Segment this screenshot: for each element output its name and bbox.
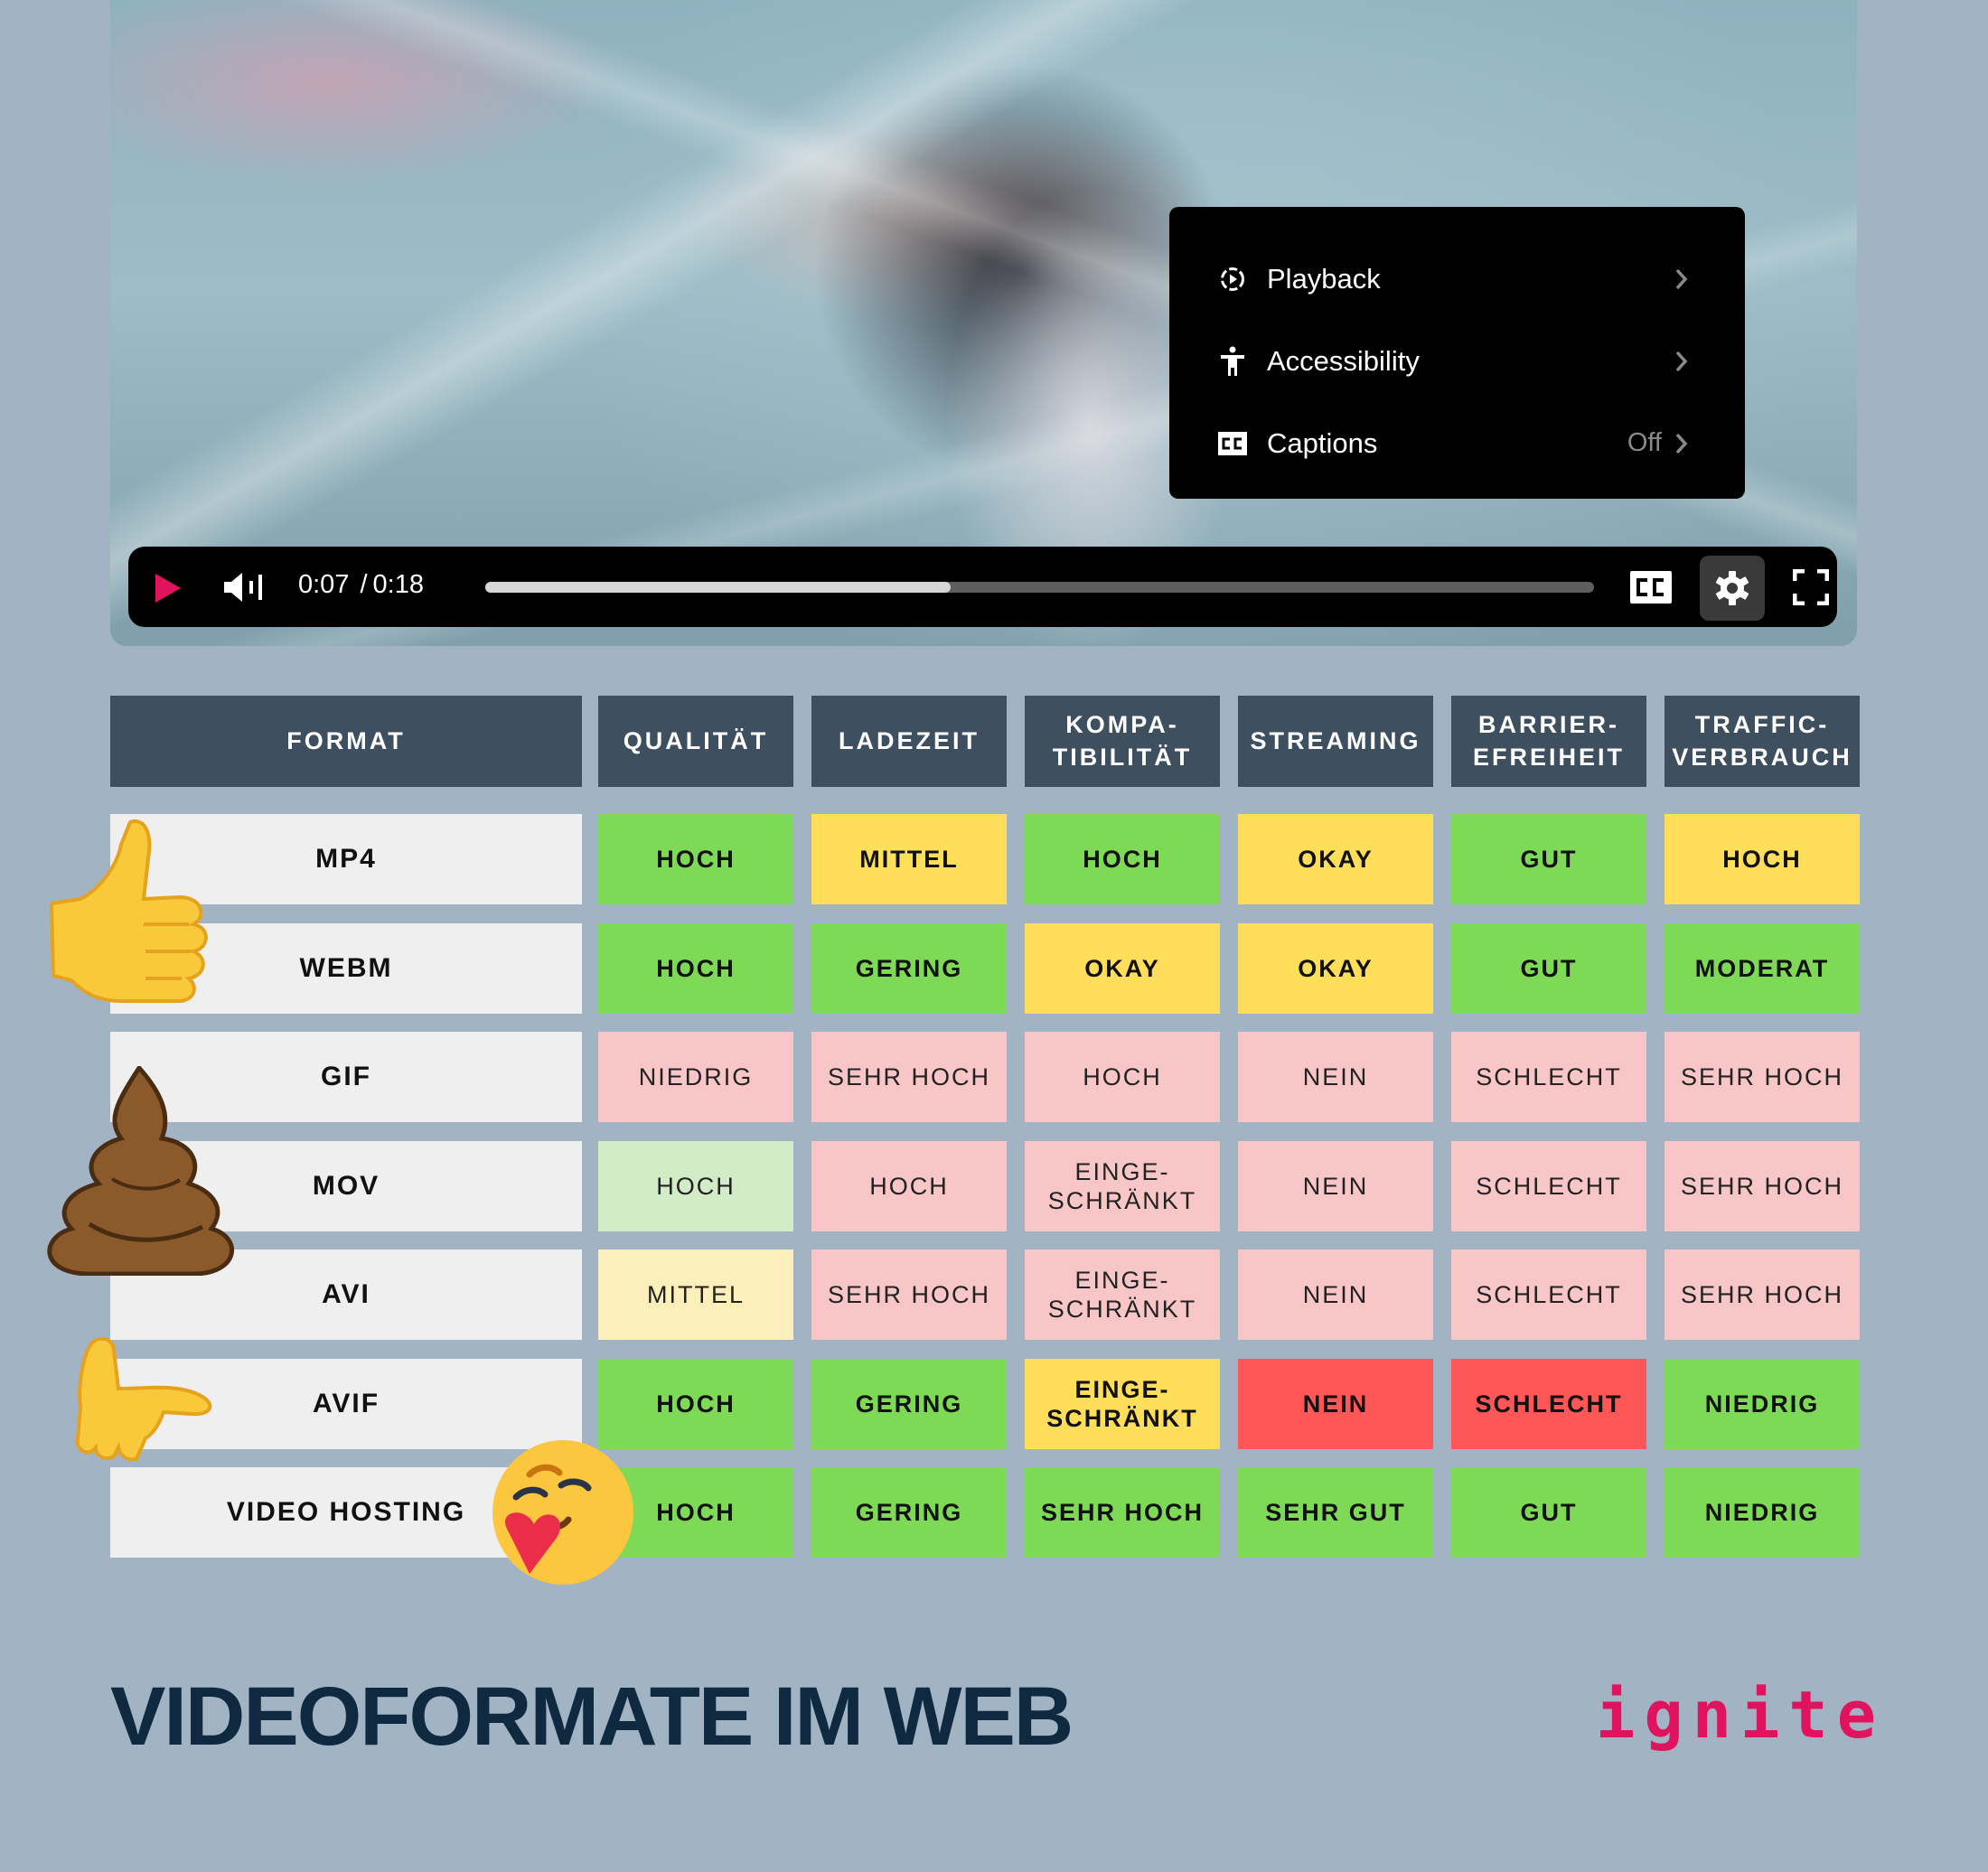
accessibility-icon	[1218, 346, 1247, 376]
rating-cell: GUT	[1451, 814, 1646, 904]
rating-cell: HOCH	[598, 1141, 793, 1231]
rating-cell: EINGE- SCHRÄNKT	[1025, 1141, 1220, 1231]
poop-emoji	[47, 1066, 235, 1276]
settings-menu: Playback Accessibility Captions Off	[1169, 207, 1745, 499]
volume-icon[interactable]	[222, 572, 266, 603]
chevron-right-icon	[1675, 351, 1688, 371]
column-header: LADEZEIT	[811, 696, 1007, 787]
menu-item-value: Off	[1627, 428, 1662, 457]
column-header: TRAFFIC- VERBRAUCH	[1664, 696, 1860, 787]
captions-icon[interactable]	[1630, 571, 1672, 604]
hugging-heart-emoji	[492, 1440, 633, 1585]
rating-cell: SCHLECHT	[1451, 1141, 1646, 1231]
rating-cell: NEIN	[1238, 1359, 1433, 1449]
rating-cell: GUT	[1451, 1467, 1646, 1558]
menu-item-label: Captions	[1267, 426, 1378, 459]
progress-bar[interactable]	[485, 582, 1594, 593]
time-separator: /	[360, 570, 368, 599]
column-header: BARRIER- EFREIHEIT	[1451, 696, 1646, 787]
rating-cell: HOCH	[1025, 814, 1220, 904]
rating-cell: MITTEL	[811, 814, 1007, 904]
duration: 0:18	[372, 570, 424, 599]
rating-cell: HOCH	[1664, 814, 1860, 904]
video-player[interactable]: Playback Accessibility Captions Off 0:07…	[110, 0, 1857, 646]
rating-cell: OKAY	[1238, 814, 1433, 904]
rating-cell: SEHR HOCH	[811, 1250, 1007, 1340]
progress-fill	[485, 582, 952, 593]
rating-cell: SEHR HOCH	[811, 1032, 1007, 1122]
ignite-logo: ignite	[1596, 1677, 1886, 1753]
fullscreen-icon[interactable]	[1793, 569, 1829, 605]
palm-up-hand-emoji	[75, 1336, 212, 1461]
captions-icon	[1218, 429, 1247, 458]
rating-cell: SEHR HOCH	[1664, 1250, 1860, 1340]
menu-item-accessibility[interactable]: Accessibility	[1169, 320, 1745, 402]
column-header: FORMAT	[110, 696, 582, 787]
rating-cell: SCHLECHT	[1451, 1359, 1646, 1449]
rating-cell: GERING	[811, 1359, 1007, 1449]
rating-cell: MODERAT	[1664, 923, 1860, 1014]
thumbs-up-emoji	[49, 819, 208, 1004]
column-header: QUALITÄT	[598, 696, 793, 787]
settings-button[interactable]	[1700, 556, 1765, 621]
rating-cell: GUT	[1451, 923, 1646, 1014]
column-header: KOMPA- TIBILITÄT	[1025, 696, 1220, 787]
rating-cell: SEHR GUT	[1238, 1467, 1433, 1558]
rating-cell: NIEDRIG	[1664, 1359, 1860, 1449]
chevron-right-icon	[1675, 268, 1688, 289]
rating-cell: HOCH	[1025, 1032, 1220, 1122]
rating-cell: NEIN	[1238, 1250, 1433, 1340]
rating-cell: SEHR HOCH	[1025, 1467, 1220, 1558]
rating-cell: OKAY	[1238, 923, 1433, 1014]
rating-cell: NEIN	[1238, 1141, 1433, 1231]
rating-cell: SEHR HOCH	[1664, 1141, 1860, 1231]
menu-item-playback[interactable]: Playback	[1169, 238, 1745, 320]
rating-cell: HOCH	[598, 1359, 793, 1449]
rating-cell: NEIN	[1238, 1032, 1433, 1122]
column-header: STREAMING	[1238, 696, 1433, 787]
rating-cell: HOCH	[598, 923, 793, 1014]
page-title: VIDEOFORMATE IM WEB	[110, 1671, 1074, 1763]
rating-cell: MITTEL	[598, 1250, 793, 1340]
playback-icon	[1218, 265, 1247, 294]
rating-cell: GERING	[811, 923, 1007, 1014]
rating-cell: OKAY	[1025, 923, 1220, 1014]
rating-cell: SEHR HOCH	[1664, 1032, 1860, 1122]
time-display: 0:07 /0:18	[298, 570, 424, 600]
rating-cell: NIEDRIG	[1664, 1467, 1860, 1558]
menu-item-captions[interactable]: Captions Off	[1169, 402, 1745, 484]
rating-cell: HOCH	[598, 814, 793, 904]
current-time: 0:07	[298, 570, 350, 599]
chevron-right-icon	[1675, 433, 1688, 454]
rating-cell: SCHLECHT	[1451, 1250, 1646, 1340]
rating-cell: GERING	[811, 1467, 1007, 1558]
rating-cell: HOCH	[811, 1141, 1007, 1231]
video-controls-bar: 0:07 /0:18	[128, 547, 1837, 627]
rating-cell: EINGE- SCHRÄNKT	[1025, 1250, 1220, 1340]
rating-cell: NIEDRIG	[598, 1032, 793, 1122]
menu-item-label: Accessibility	[1267, 344, 1420, 377]
gear-icon	[1715, 571, 1749, 605]
play-icon[interactable]	[155, 574, 181, 603]
rating-cell: EINGE- SCHRÄNKT	[1025, 1359, 1220, 1449]
rating-cell: SCHLECHT	[1451, 1032, 1646, 1122]
menu-item-label: Playback	[1267, 262, 1381, 295]
